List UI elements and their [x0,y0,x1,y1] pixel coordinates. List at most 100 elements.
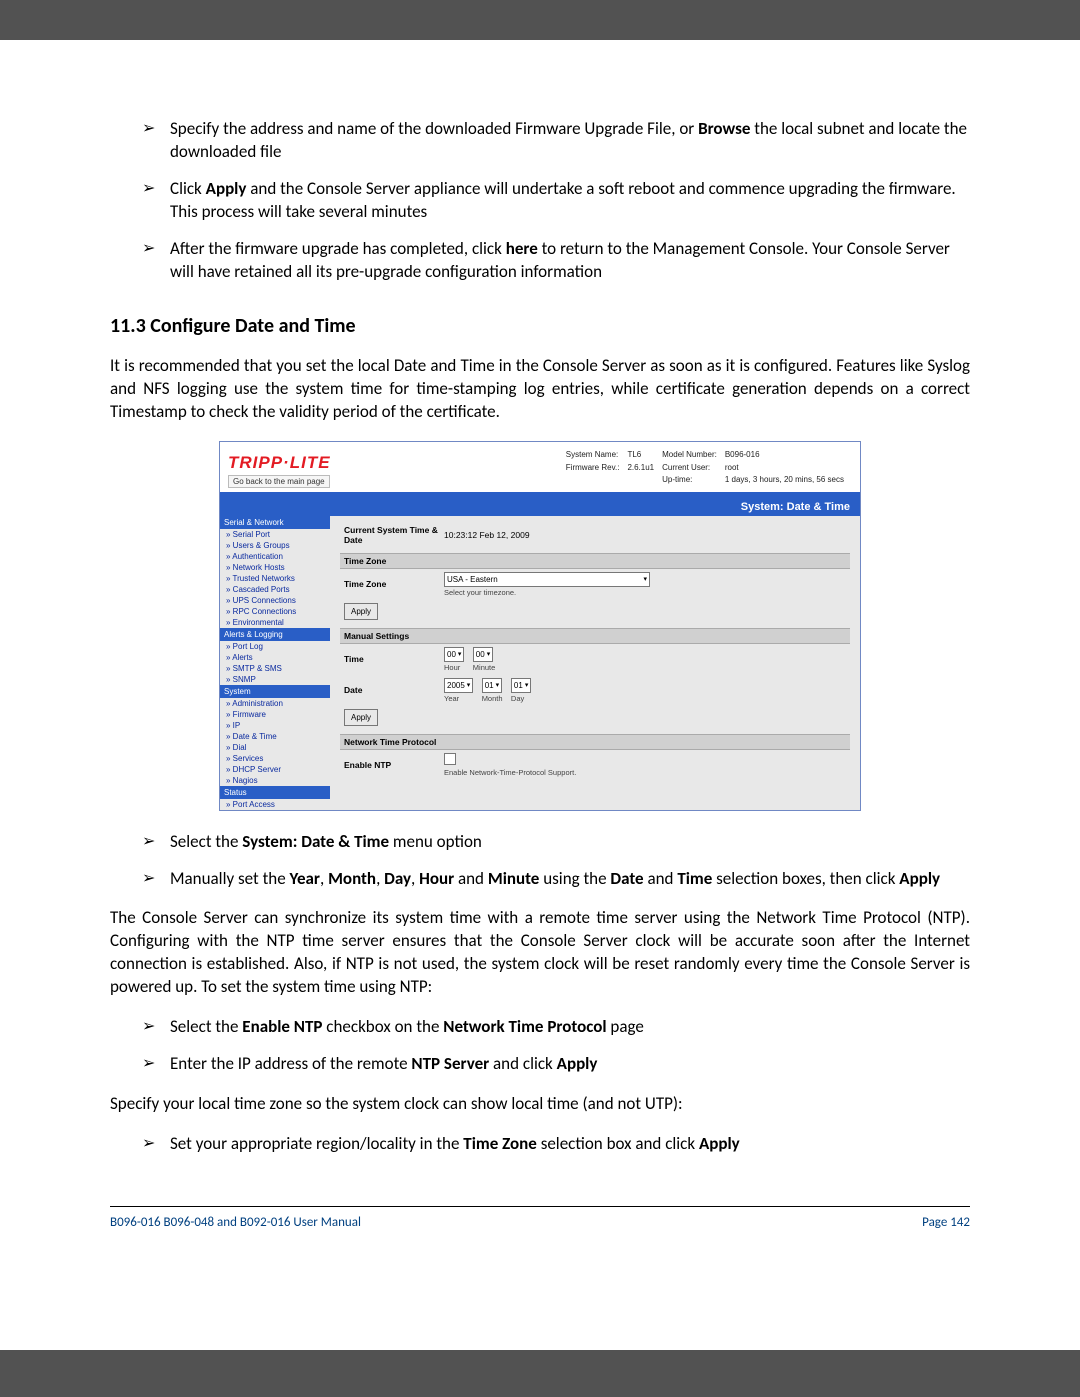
hint: Hour [444,663,464,672]
section-heading: 11.3 Configure Date and Time [110,314,970,338]
hour-select[interactable]: 00▾ [444,647,464,662]
label: Enable NTP [344,760,444,770]
header-info: System Name:TL6 Model Number:B096-016 Fi… [564,448,852,487]
text: , [411,868,419,889]
sidebar-item[interactable]: Cascaded Ports [220,584,330,595]
apply-button[interactable]: Apply [344,603,378,620]
sidebar-item[interactable]: RPC Connections [220,606,330,617]
chevron-down-icon: ▾ [458,650,462,658]
sidebar-item[interactable]: Date & Time [220,731,330,742]
sidebar-item[interactable]: Port Log [220,641,330,652]
text: Enter the IP address of the remote [170,1053,411,1074]
sidebar-item[interactable]: SMTP & SMS [220,663,330,674]
text: and [454,868,488,889]
text-bold: Time [677,868,712,889]
sidebar-item[interactable]: Firmware [220,709,330,720]
minute-select[interactable]: 00▾ [473,647,493,662]
console-header: TRIPP·LITE Go back to the main page Syst… [220,442,860,497]
text-bold: Hour [419,868,454,889]
apply-button[interactable]: Apply [344,709,378,726]
bullets-date-time: Select the System: Date & Time menu opti… [110,831,970,891]
current-time-row: Current System Time & Date 10:23:12 Feb … [340,522,850,548]
timezone-row: Time Zone USA - Eastern▾ Select your tim… [340,569,850,600]
paragraph-ntp: The Console Server can synchronize its s… [110,907,970,999]
sidebar-item[interactable]: IP [220,720,330,731]
sidebar-item[interactable]: Trusted Networks [220,573,330,584]
apply-row: Apply [340,706,850,729]
time-row: Time 00▾ Hour 00▾ Minute [340,644,850,675]
intro-paragraph: It is recommended that you set the local… [110,355,970,424]
sidebar-item[interactable]: Port Access [220,799,330,810]
back-link[interactable]: Go back to the main page [228,475,330,488]
text-bold: Month [328,868,376,889]
footer-left: B096-016 B096-048 and B092-016 User Manu… [110,1215,361,1230]
console-screenshot: TRIPP·LITE Go back to the main page Syst… [219,441,861,810]
text: selection box and click [537,1133,699,1154]
day-select[interactable]: 01▾ [511,678,531,693]
select-value: 2005 [447,681,465,690]
tripplite-logo: TRIPP·LITE [228,453,564,473]
hint: Month [482,694,503,703]
text: Manually set the [170,868,290,889]
text: , [376,868,384,889]
value: TL6 [627,450,660,460]
bullet-item: Enter the IP address of the remote NTP S… [142,1053,970,1076]
text-bold: Time Zone [463,1133,537,1154]
bullet-item: Specify the address and name of the down… [142,118,970,164]
sidebar-item[interactable]: Network Hosts [220,562,330,573]
sidebar-group-system: AdministrationFirmwareIPDate & TimeDialS… [220,698,330,786]
chevron-down-icon: ▾ [467,681,471,689]
hint: Minute [473,663,496,672]
sidebar-item[interactable]: Environmental [220,617,330,628]
hint: Year [444,694,473,703]
sidebar-item[interactable]: Administration [220,698,330,709]
document-page: Specify the address and name of the down… [0,40,1080,1350]
sidebar-item[interactable]: Alerts [220,652,330,663]
sidebar-category: Status [220,786,330,799]
sidebar-item[interactable]: UPS Connections [220,595,330,606]
text-bold: Date [610,868,643,889]
text: After the firmware upgrade has completed… [170,238,506,259]
sidebar-item[interactable]: Users & Groups [220,540,330,551]
chevron-down-icon: ▾ [525,681,529,689]
label: Current User: [662,463,723,473]
sidebar-item[interactable]: Dial [220,742,330,753]
text-bold: Browse [698,118,750,139]
text: Select the [170,1016,242,1037]
chevron-down-icon: ▾ [643,575,647,583]
text: Click [170,178,206,199]
value: root [725,463,850,473]
sidebar-item[interactable]: Services [220,753,330,764]
sidebar-category: System [220,685,330,698]
enable-ntp-checkbox[interactable] [444,753,456,765]
footer-right: Page 142 [922,1215,970,1230]
sidebar-item[interactable]: Serial Port [220,529,330,540]
label: Time [344,654,444,664]
console-main: Current System Time & Date 10:23:12 Feb … [330,516,860,810]
sidebar-group-status: Port Access [220,799,330,810]
sidebar-item[interactable]: DHCP Server [220,764,330,775]
sidebar-group-alerts: Port LogAlertsSMTP & SMSSNMP [220,641,330,685]
timezone-select[interactable]: USA - Eastern▾ [444,572,650,587]
bullets-firmware: Specify the address and name of the down… [110,118,970,284]
hint: Day [511,694,531,703]
sidebar-category: Alerts & Logging [220,628,330,641]
sidebar-item[interactable]: Nagios [220,775,330,786]
value: 2.6.1u1 [627,463,660,473]
text: checkbox on the [322,1016,443,1037]
label: System Name: [566,450,626,460]
sidebar-item[interactable]: Authentication [220,551,330,562]
year-select[interactable]: 2005▾ [444,678,473,693]
section-timezone: Time Zone [340,553,850,569]
text: and the Console Server appliance will un… [170,178,956,222]
label: Model Number: [662,450,723,460]
text: menu option [389,831,482,852]
text-bold: Apply [699,1133,740,1154]
bullet-item: Select the System: Date & Time menu opti… [142,831,970,854]
value: 10:23:12 Feb 12, 2009 [444,530,846,540]
month-select[interactable]: 01▾ [482,678,502,693]
sidebar-item[interactable]: SNMP [220,674,330,685]
label: Date [344,685,444,695]
text-bold: Enable NTP [242,1016,322,1037]
label: Up-time: [662,475,723,485]
